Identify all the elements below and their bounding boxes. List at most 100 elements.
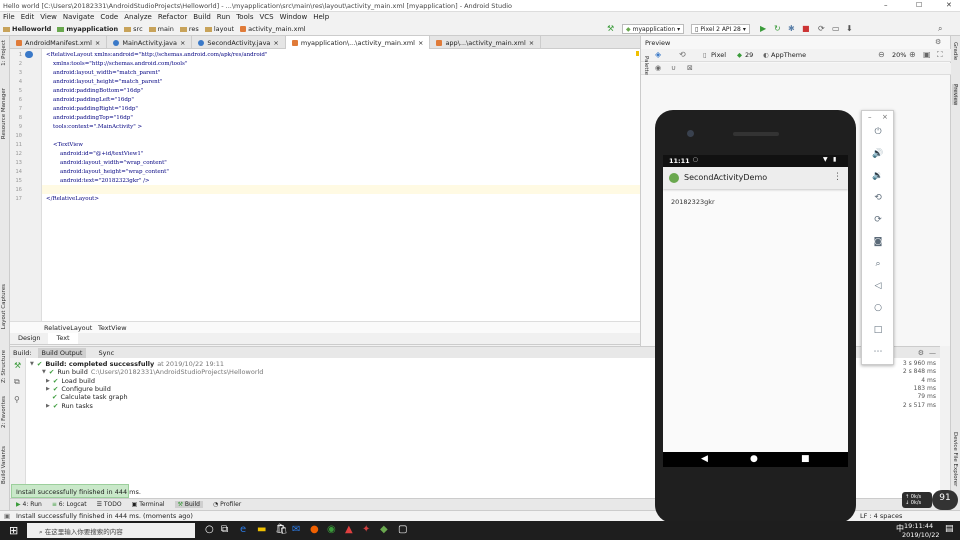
tree-row[interactable]: ▶ ✔ Configure build xyxy=(46,385,111,393)
code-editor[interactable]: <RelativeLayout xmlns:android="http://sc… xyxy=(42,49,640,321)
power-icon[interactable]: ⏻ xyxy=(871,127,885,141)
minimize-panel-icon[interactable]: — xyxy=(929,349,936,357)
home-icon[interactable]: ○ xyxy=(871,303,885,317)
taskbar-date[interactable]: 2019/10/22 xyxy=(902,531,939,539)
menu-build[interactable]: Build xyxy=(190,12,214,22)
notification-center-icon[interactable]: ▤ xyxy=(945,524,954,534)
maximize-button[interactable]: ☐ xyxy=(916,1,922,9)
tree-row[interactable]: ▶ ✔ Run tasks xyxy=(46,402,93,410)
run-tool-button[interactable]: ▶ 4: Run xyxy=(16,501,42,508)
status-right[interactable]: LF : 4 spaces xyxy=(860,512,902,520)
tree-row[interactable]: ✔ Calculate task graph xyxy=(52,393,128,401)
zoom-icon[interactable]: ⌕ xyxy=(871,259,885,273)
menu-view[interactable]: View xyxy=(37,12,60,22)
rotate-left-icon[interactable]: ⟲ xyxy=(871,193,885,207)
menu-refactor[interactable]: Refactor xyxy=(155,12,190,22)
recents-icon[interactable]: ■ xyxy=(801,454,810,464)
screenshot-icon[interactable]: ◙ xyxy=(871,237,885,251)
menu-file[interactable]: File xyxy=(0,12,18,22)
crumb-project[interactable]: Helloworld xyxy=(3,25,51,33)
profiler-tool-button[interactable]: ◔ Profiler xyxy=(213,501,241,508)
app-icon[interactable]: ▢ xyxy=(398,524,407,535)
overflow-menu-icon[interactable]: ⋮ xyxy=(833,172,842,182)
tree-row[interactable]: ▼ ✔ Run build C:\Users\20182331\AndroidStud… xyxy=(42,368,263,376)
crumb-src[interactable]: src xyxy=(124,25,143,33)
more-icon[interactable]: ⋯ xyxy=(871,347,885,361)
eye-icon[interactable]: ◉ xyxy=(655,64,661,72)
rotate-right-icon[interactable]: ⟳ xyxy=(871,215,885,229)
copy-icon[interactable]: ⧉ xyxy=(14,377,20,387)
crumb-res[interactable]: res xyxy=(179,25,199,33)
close-tab-icon[interactable]: × xyxy=(418,39,423,47)
menu-edit[interactable]: Edit xyxy=(18,12,38,22)
tab-android-manifest[interactable]: AndroidManifest.xml × xyxy=(10,36,108,49)
edge-icon[interactable]: e xyxy=(240,524,246,535)
firefox-icon[interactable]: ● xyxy=(310,524,319,535)
wechat-icon[interactable]: ◉ xyxy=(327,524,336,535)
pin-icon[interactable]: ⚲ xyxy=(14,395,20,404)
favorites-tool-button[interactable]: 2: Favorites xyxy=(1,396,7,428)
tab-design[interactable]: Design xyxy=(10,333,48,344)
crumb-file[interactable]: activity_main.xml xyxy=(240,25,306,33)
structure-tool-button[interactable]: Z: Structure xyxy=(1,350,7,383)
apply-changes-icon[interactable]: ↻ xyxy=(774,24,781,33)
menu-code[interactable]: Code xyxy=(97,12,121,22)
tree-row[interactable]: ▼ ✔ Build: completed successfully at 2019/1… xyxy=(30,360,224,368)
zoom-out-icon[interactable]: ⊖ xyxy=(878,50,885,59)
project-tool-button[interactable]: 1: Project xyxy=(1,40,7,66)
hammer-icon[interactable]: ⚒ xyxy=(14,361,21,370)
device-file-explorer-button[interactable]: Device File Explorer xyxy=(952,432,958,486)
home-icon[interactable]: ● xyxy=(750,454,758,464)
crumb-relativelayout[interactable]: RelativeLayout xyxy=(44,324,92,332)
app-icon[interactable]: ▲ xyxy=(345,524,353,535)
gear-icon[interactable]: ⚙ xyxy=(935,38,941,46)
menu-vcs[interactable]: VCS xyxy=(256,12,276,22)
crumb-layout[interactable]: layout xyxy=(204,25,234,33)
menu-run[interactable]: Run xyxy=(214,12,233,22)
menu-navigate[interactable]: Navigate xyxy=(60,12,97,22)
layout-captures-button[interactable]: Layout Captures xyxy=(1,284,7,329)
back-icon[interactable]: ◀ xyxy=(701,454,708,464)
logcat-tool-button[interactable]: ≡ 6: Logcat xyxy=(52,501,87,508)
tab-main-activity[interactable]: MainActivity.java × xyxy=(107,36,193,49)
zoom-in-icon[interactable]: ⊕ xyxy=(909,50,916,59)
sdk-manager-icon[interactable]: ⬇ xyxy=(846,24,853,33)
palette-label[interactable]: Palette xyxy=(643,56,649,75)
install-toast[interactable]: Install successfully finished in 444 ms. xyxy=(11,484,141,498)
device-select[interactable]: ▯ Pixel 2 API 28 ▾ xyxy=(691,24,750,34)
build-tool-button[interactable]: ⚒ Build xyxy=(174,501,203,508)
run-config-select[interactable]: ◆ myapplication ▾ xyxy=(622,24,685,34)
volume-down-icon[interactable]: 🔉 xyxy=(871,171,885,185)
menu-window[interactable]: Window xyxy=(277,12,311,22)
clear-constraints-icon[interactable]: ⊠ xyxy=(687,64,693,72)
task-view-icon[interactable]: ○ xyxy=(205,524,214,535)
preview-device-select[interactable]: Pixel xyxy=(711,51,726,59)
tree-row[interactable]: ▶ ✔ Load build xyxy=(46,377,95,385)
layers-icon[interactable]: ◈ xyxy=(655,50,661,59)
menu-help[interactable]: Help xyxy=(310,12,332,22)
build-variants-button[interactable]: Build Variants xyxy=(1,446,7,484)
tab-app-activity-main[interactable]: app\...\activity_main.xml × xyxy=(430,36,542,49)
terminal-tool-button[interactable]: ▣ Terminal xyxy=(132,501,165,508)
memory-meter[interactable]: 91 xyxy=(932,490,958,510)
volume-up-icon[interactable]: 🔊 xyxy=(871,149,885,163)
back-icon[interactable]: ◁ xyxy=(871,281,885,295)
emulator-screen[interactable]: 11:11 ▢ ▼ ▮ SecondActivityDemo ⋮ 2018232… xyxy=(663,155,848,467)
crumb-textview[interactable]: TextView xyxy=(98,324,127,332)
tab-activity-main-active[interactable]: myapplication\...\activity_main.xml × xyxy=(285,36,431,49)
sync-icon[interactable]: ⟳ xyxy=(818,24,825,33)
close-emulator-icon[interactable]: × xyxy=(882,113,888,121)
minimize-button[interactable]: – xyxy=(884,1,888,9)
warning-marker[interactable] xyxy=(636,51,639,56)
taskbar-search[interactable]: ⌕ 在这里输入你要搜索的内容 xyxy=(27,523,195,538)
close-tab-icon[interactable]: × xyxy=(273,39,278,47)
avd-manager-icon[interactable]: ▭ xyxy=(832,24,840,33)
minimize-emulator-icon[interactable]: – xyxy=(868,113,872,121)
store-icon[interactable]: 🛍 xyxy=(275,524,288,535)
app-icon[interactable]: ✦ xyxy=(362,524,370,535)
menu-tools[interactable]: Tools xyxy=(233,12,256,22)
tab-second-activity[interactable]: SecondActivity.java × xyxy=(192,36,286,49)
android-studio-icon[interactable]: ◆ xyxy=(380,524,388,535)
menu-analyze[interactable]: Analyze xyxy=(121,12,155,22)
tab-sync[interactable]: Sync xyxy=(98,349,114,357)
